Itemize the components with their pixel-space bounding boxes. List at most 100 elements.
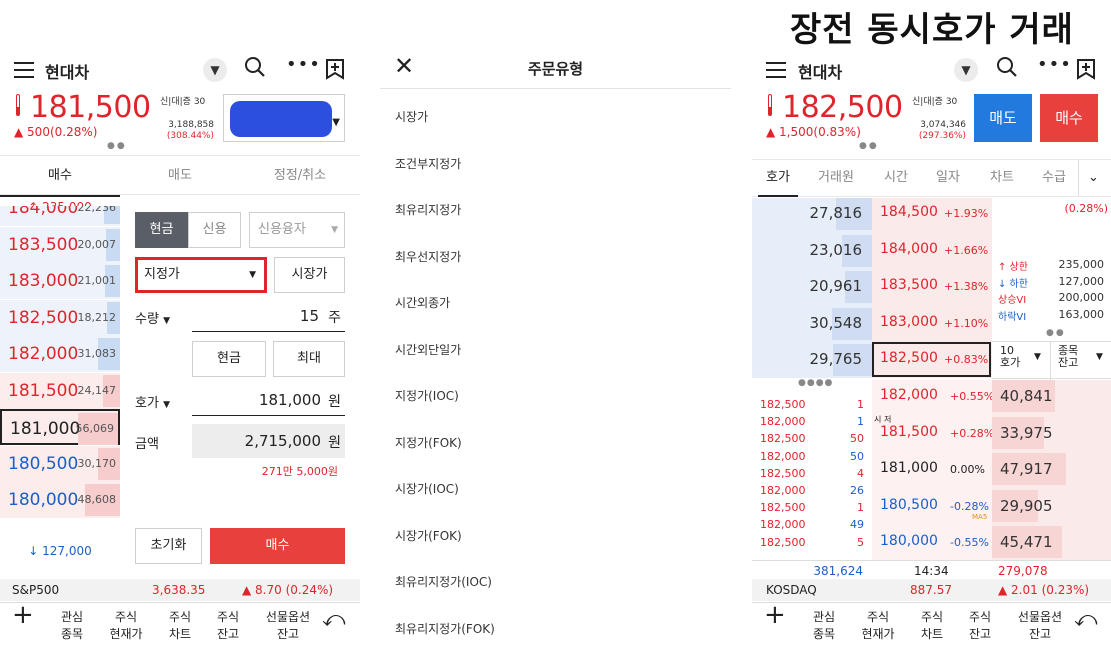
price-input[interactable]: 181,000 원: [192, 386, 345, 416]
quantity-input[interactable]: 15 주: [192, 302, 345, 332]
orderbook-row[interactable]: 181,000 56,069: [0, 409, 120, 445]
sell-button[interactable]: 매도: [974, 94, 1032, 142]
buy-order-screen: 현대차 ▼ ••• 181,500 ▲ 500(0.28%) 신|대|증 30 …: [0, 50, 360, 651]
orderbook-row[interactable]: 182,500 18,212: [0, 299, 120, 336]
menu-icon[interactable]: [14, 62, 34, 78]
orderbook-row[interactable]: 184,000 22,236: [0, 206, 120, 226]
bid-row[interactable]: 180,000 -0.55% 45,471: [872, 524, 1111, 560]
search-icon[interactable]: [244, 56, 266, 83]
info-panel: (0.28%): [996, 202, 1108, 215]
order-type-option[interactable]: 최유리지정가(IOC): [395, 573, 492, 590]
nav-current-price[interactable]: 주식 현재가: [104, 609, 148, 643]
orderbook-row[interactable]: 181,500 24,147: [0, 372, 120, 409]
nav-watchlist[interactable]: 관심 종목: [804, 609, 844, 643]
credit-toggle[interactable]: 신용: [188, 212, 241, 248]
ask-row[interactable]: 27,816 184,500 +1.93%: [752, 196, 992, 232]
back-icon[interactable]: ⤺: [1074, 609, 1098, 631]
orderbook-row[interactable]: 180,500 30,170: [0, 445, 120, 482]
back-icon[interactable]: ⤺: [322, 609, 346, 631]
nav-chart[interactable]: 주식 차트: [912, 609, 952, 643]
index-ticker[interactable]: KOSDAQ 887.57 ▲ 2.01 (0.23%): [752, 579, 1111, 601]
tab-daily[interactable]: 일자: [928, 160, 968, 196]
cash-toggle[interactable]: 현금: [135, 212, 188, 248]
order-type-select[interactable]: 지정가 ▼: [135, 257, 267, 293]
reset-button[interactable]: 초기화: [135, 528, 202, 564]
stock-name[interactable]: 현대차: [45, 59, 89, 83]
max-button[interactable]: 최대: [273, 341, 345, 377]
bid-row[interactable]: 181,000 0.00% 47,917: [872, 451, 1111, 487]
tick-qty: 5: [857, 535, 864, 549]
order-type-option[interactable]: 조건부지정가: [395, 155, 461, 172]
ask-row[interactable]: 20,961 183,500 +1.38%: [752, 269, 992, 305]
orderbook-row[interactable]: 183,500 20,007: [0, 226, 120, 263]
plus-icon[interactable]: +: [764, 602, 786, 628]
bid-row[interactable]: 180,500 -0.28% 29,905: [872, 488, 1111, 524]
more-icon[interactable]: •••: [1037, 54, 1072, 75]
order-type-option[interactable]: 최유리지정가(FOK): [395, 620, 495, 637]
account-selector[interactable]: ▼: [223, 94, 345, 142]
order-type-option[interactable]: 시장가(FOK): [395, 527, 462, 544]
nav-futures-balance[interactable]: 선물옵션 잔고: [1012, 609, 1068, 643]
stock-flags: 신|대|증 30: [912, 97, 958, 107]
orderbook-row[interactable]: 183,000 21,001: [0, 263, 120, 299]
price-label[interactable]: 호가 ▼: [135, 392, 170, 411]
chevron-down-icon[interactable]: ⌄: [1078, 160, 1108, 196]
ask-row[interactable]: 30,548 183,000 +1.10%: [752, 306, 992, 342]
cash-max-button[interactable]: 현금: [192, 341, 266, 377]
menu-icon[interactable]: [766, 62, 786, 78]
order-type-option[interactable]: 최우선지정가: [395, 248, 461, 265]
index-ticker[interactable]: S&P500 3,638.35 ▲ 8.70 (0.24%): [0, 579, 360, 601]
buy-button[interactable]: 매수: [1040, 94, 1098, 142]
current-price: 181,500: [30, 90, 151, 125]
more-icon[interactable]: •••: [286, 54, 321, 75]
tab-chart[interactable]: 차트: [982, 160, 1022, 196]
total-ask: 381,624: [813, 564, 863, 578]
nav-current-price[interactable]: 주식 현재가: [856, 609, 900, 643]
tab-modify-cancel[interactable]: 정정/취소: [240, 156, 360, 196]
bid-row[interactable]: 182,000 +0.55% 40,841: [872, 378, 1111, 414]
orderbook-row[interactable]: 182,000 31,083: [0, 336, 120, 372]
order-type-option[interactable]: 시장가: [395, 108, 428, 125]
ask-row[interactable]: 23,016 184,000 +1.66%: [752, 233, 992, 269]
buy-button[interactable]: 매수: [210, 528, 345, 564]
orderbook-qty: 22,236: [77, 206, 117, 214]
orderbook-price: 181,000: [10, 419, 81, 439]
order-type-option[interactable]: 최유리지정가: [395, 201, 461, 218]
nav-chart[interactable]: 주식 차트: [160, 609, 200, 643]
order-type-option[interactable]: 시간외종가: [395, 294, 450, 311]
tick-price: 182,500: [760, 501, 806, 515]
order-type-option[interactable]: 지정가(FOK): [395, 434, 462, 451]
nav-balance[interactable]: 주식 잔고: [960, 609, 1000, 643]
quantity-label[interactable]: 수량 ▼: [135, 308, 170, 327]
order-type-option[interactable]: 지정가(IOC): [395, 387, 459, 404]
amount-unit: 원: [328, 435, 341, 451]
plus-icon[interactable]: +: [12, 602, 34, 628]
search-icon[interactable]: [996, 56, 1018, 83]
remaining-select[interactable]: 종목 잔고: [1058, 345, 1078, 369]
nav-balance[interactable]: 주식 잔고: [208, 609, 248, 643]
tab-sell[interactable]: 매도: [120, 156, 240, 196]
order-type-option[interactable]: 시장가(IOC): [395, 480, 459, 497]
bid-row[interactable]: 181,500 +0.28% 33,975: [872, 415, 1111, 451]
chevron-down-icon[interactable]: ▼: [203, 58, 227, 82]
market-price-button[interactable]: 시장가: [274, 257, 345, 293]
order-type-option[interactable]: 시간외단일가: [395, 341, 461, 358]
add-favorite-icon[interactable]: [1076, 58, 1096, 85]
ask-price: 183,000: [880, 313, 938, 330]
bid-qty: 45,471: [1000, 533, 1053, 551]
tab-buy[interactable]: 매수: [0, 156, 120, 197]
orderbook-row[interactable]: 180,000 48,608: [0, 482, 120, 518]
tab-quote[interactable]: 호가: [758, 160, 798, 197]
page-dots: ●●: [859, 141, 879, 151]
nav-futures-balance[interactable]: 선물옵션 잔고: [260, 609, 316, 643]
depth-10-select[interactable]: 10 호가: [1000, 345, 1020, 369]
tick-qty: 1: [857, 398, 864, 411]
tab-supply[interactable]: 수급: [1034, 160, 1074, 196]
stock-name[interactable]: 현대차: [798, 59, 842, 83]
tab-time[interactable]: 시간: [876, 160, 916, 196]
nav-watchlist[interactable]: 관심 종목: [52, 609, 92, 643]
credit-type-select[interactable]: 신용융자 ▼: [249, 212, 345, 248]
add-favorite-icon[interactable]: [325, 58, 345, 85]
chevron-down-icon[interactable]: ▼: [954, 58, 978, 82]
tab-broker[interactable]: 거래원: [814, 160, 858, 196]
